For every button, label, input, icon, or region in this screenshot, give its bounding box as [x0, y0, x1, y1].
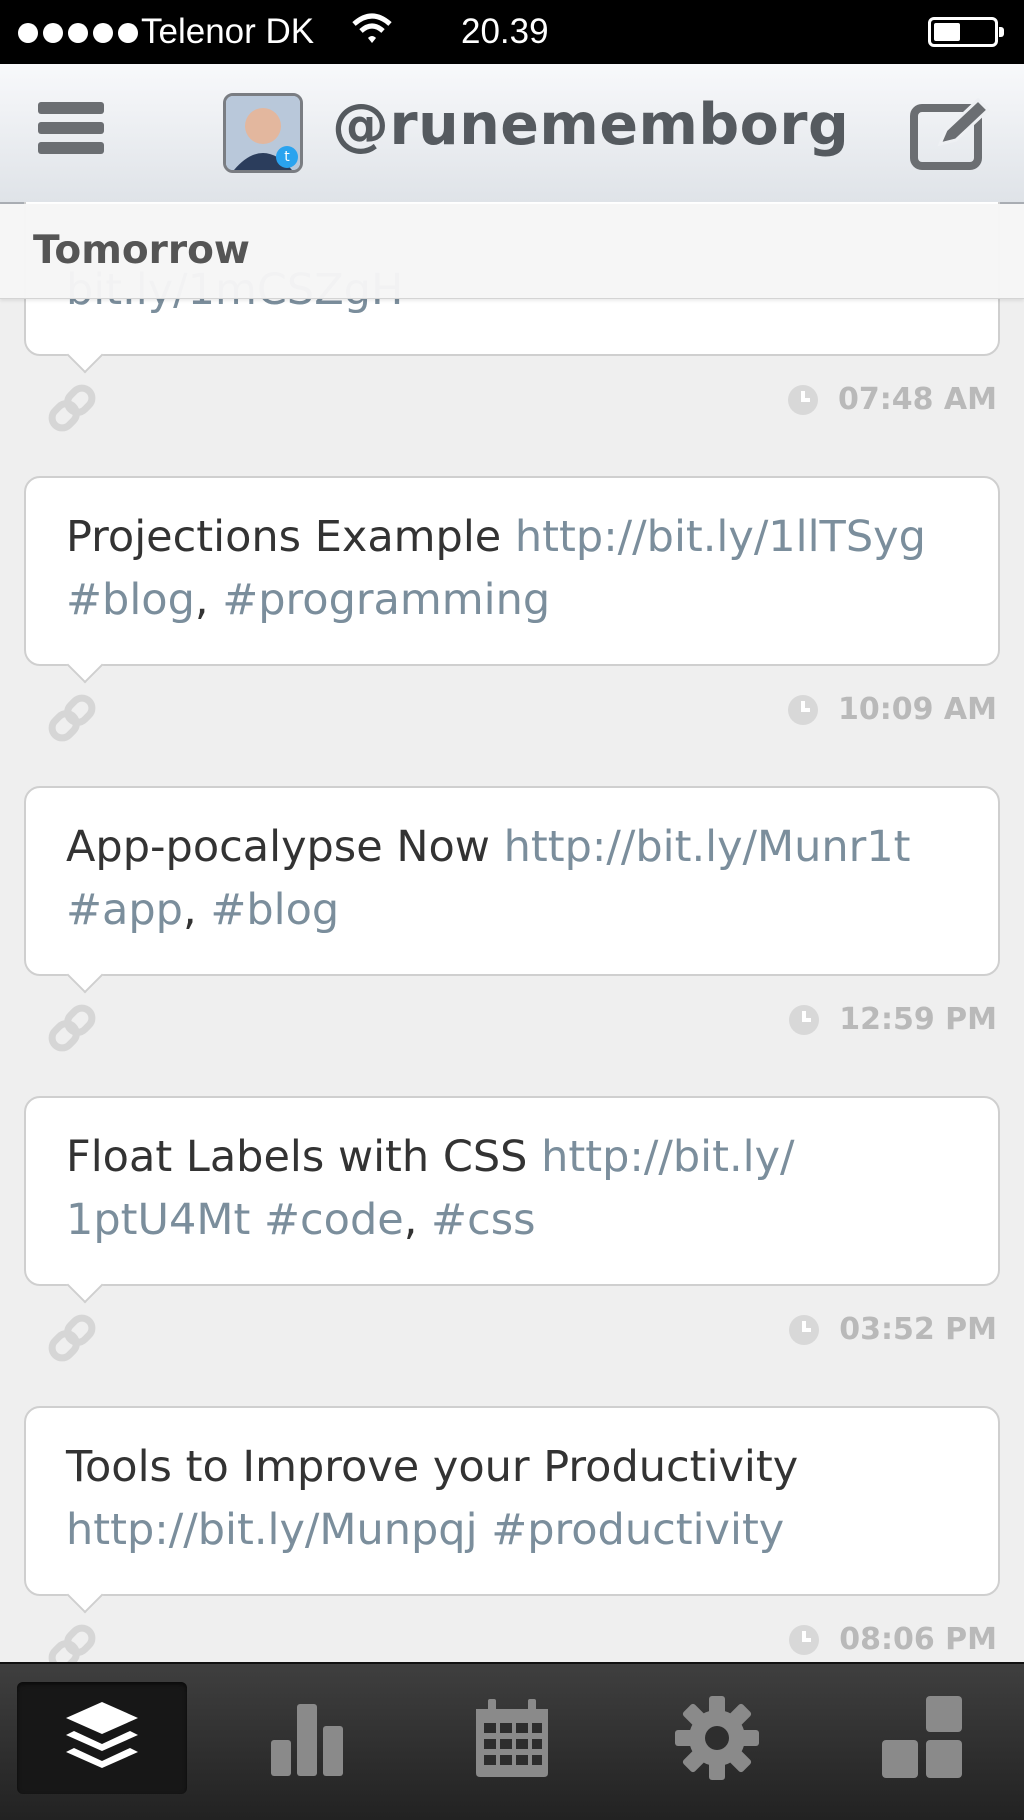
calendar-icon	[476, 1699, 548, 1777]
link-icon[interactable]	[44, 1000, 100, 1056]
post-schedule: 07:48 AM	[787, 382, 997, 417]
twitter-icon: t	[276, 146, 298, 168]
menu-icon[interactable]	[38, 102, 104, 164]
post-hashtag[interactable]: #css	[431, 1195, 535, 1245]
link-icon[interactable]	[44, 380, 100, 436]
tab-layers[interactable]	[17, 1682, 187, 1794]
post-hashtag[interactable]: #blog	[66, 575, 195, 625]
post-link[interactable]: http://bit.ly/Munr1t	[504, 822, 911, 872]
status-time: 20.39	[461, 12, 549, 51]
post-time: 10:09 AM	[837, 692, 997, 727]
compose-icon[interactable]	[910, 97, 992, 172]
post-schedule: 03:52 PM	[789, 1312, 997, 1347]
settings-icon	[675, 1696, 759, 1780]
status-bar: Telenor DK 20.39	[0, 0, 1024, 64]
tab-analytics[interactable]	[222, 1682, 392, 1794]
post-card[interactable]: Projections Example http://bit.ly/1llTSy…	[24, 476, 1000, 684]
tab-calendar[interactable]	[427, 1682, 597, 1794]
post-hashtag[interactable]: 1ptU4Mt #code	[66, 1195, 404, 1245]
tab-bar	[0, 1662, 1024, 1820]
signal-strength-icon	[18, 23, 138, 43]
post-text: Projections Example http://bit.ly/1llTSy…	[66, 506, 958, 632]
clock-icon	[789, 1624, 820, 1655]
post-link[interactable]: http://bit.ly/	[541, 1132, 794, 1182]
link-icon[interactable]	[44, 1620, 100, 1662]
link-icon[interactable]	[44, 690, 100, 746]
post-link[interactable]: http://bit.ly/Munpqj #productivity	[66, 1505, 784, 1555]
carrier-name: Telenor DK	[141, 12, 315, 51]
post-text: Tools to Improve your Productivity http:…	[66, 1436, 958, 1562]
analytics-icon	[271, 1704, 343, 1776]
clock-icon	[787, 694, 818, 725]
scheduled-posts-feed[interactable]: bit.ly/1mCSZgH 07:48 AM Projections Exam…	[0, 202, 1024, 1662]
post-time: 03:52 PM	[839, 1312, 997, 1347]
post-link[interactable]: http://bit.ly/1llTSyg	[515, 512, 926, 562]
avatar[interactable]: t	[223, 93, 303, 173]
post-time: 07:48 AM	[837, 382, 997, 417]
post-text: Float Labels with CSS http://bit.ly/ 1pt…	[66, 1126, 958, 1252]
post-schedule: 12:59 PM	[789, 1002, 997, 1037]
page-title[interactable]: @runememborg	[332, 92, 849, 158]
post-schedule: 10:09 AM	[787, 692, 997, 727]
post-text: App-pocalypse Now http://bit.ly/Munr1t #…	[66, 816, 958, 942]
section-header-label: Tomorrow	[33, 228, 250, 273]
clock-icon	[789, 1314, 820, 1345]
separator: ,	[194, 575, 223, 625]
tab-dashboard[interactable]	[837, 1682, 1007, 1794]
battery-icon	[928, 17, 1004, 47]
post-title: Projections Example	[66, 512, 502, 562]
separator: ,	[182, 885, 211, 935]
post-card[interactable]: App-pocalypse Now http://bit.ly/Munr1t #…	[24, 786, 1000, 994]
post-card[interactable]: Tools to Improve your Productivity http:…	[24, 1406, 1000, 1614]
post-card[interactable]: Float Labels with CSS http://bit.ly/ 1pt…	[24, 1096, 1000, 1304]
post-hashtag[interactable]: #programming	[222, 575, 550, 625]
link-icon[interactable]	[44, 1310, 100, 1366]
post-title: App-pocalypse Now	[66, 822, 490, 872]
layers-icon	[66, 1702, 138, 1768]
wifi-icon	[352, 12, 392, 55]
clock-icon	[789, 1004, 820, 1035]
section-header: Tomorrow	[0, 204, 1024, 299]
post-hashtag[interactable]: #blog	[210, 885, 339, 935]
post-title: Float Labels with CSS	[66, 1132, 528, 1182]
post-time: 12:59 PM	[839, 1002, 997, 1037]
tab-settings[interactable]	[632, 1682, 802, 1794]
dashboard-icon	[882, 1696, 962, 1778]
clock-icon	[787, 384, 818, 415]
post-schedule: 08:06 PM	[789, 1622, 997, 1657]
post-hashtag[interactable]: #app	[66, 885, 183, 935]
navigation-bar: t @runememborg	[0, 64, 1024, 204]
post-time: 08:06 PM	[839, 1622, 997, 1657]
separator: ,	[403, 1195, 432, 1245]
post-title: Tools to Improve your Productivity	[66, 1442, 799, 1492]
